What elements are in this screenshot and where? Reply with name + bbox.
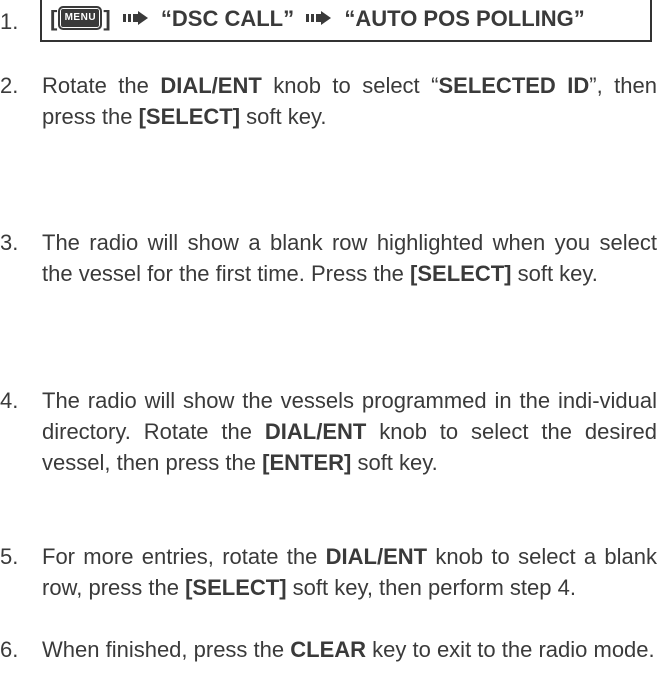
soft-key-name: [ENTER] bbox=[262, 450, 352, 475]
right-arrow-icon bbox=[122, 11, 148, 26]
menu-key-icon: MENU bbox=[58, 6, 103, 31]
step-text: The radio will show the vessels programm… bbox=[42, 385, 657, 478]
step-number: 2. bbox=[0, 73, 19, 98]
step-text: Rotate the DIAL/ENT knob to select “SELE… bbox=[42, 70, 657, 132]
step-text: When finished, press the CLEAR key to ex… bbox=[42, 634, 657, 665]
knob-name: DIAL/ENT bbox=[160, 73, 262, 98]
text: soft key. bbox=[511, 261, 598, 286]
bracket-close: ] bbox=[103, 6, 111, 31]
text: For more entries, rotate the bbox=[42, 544, 326, 569]
text: soft key. bbox=[351, 450, 438, 475]
menu-item-auto-pos-polling: “AUTO POS POLLING” bbox=[344, 6, 585, 31]
step-number: 3. bbox=[0, 230, 19, 255]
menu-item-dsc-call: “DSC CALL” bbox=[160, 6, 295, 31]
text: soft key, then perform step 4. bbox=[286, 575, 576, 600]
soft-key-name: [SELECT] bbox=[410, 261, 512, 286]
option-name: SELECTED ID bbox=[438, 73, 590, 98]
text: Rotate the bbox=[42, 73, 161, 98]
step-text: The radio will show a blank row highligh… bbox=[42, 227, 657, 289]
text: key to exit to the radio mode. bbox=[366, 637, 655, 662]
step-number: 4. bbox=[0, 388, 19, 413]
knob-name: DIAL/ENT bbox=[264, 419, 367, 444]
text: When finished, press the bbox=[42, 637, 291, 662]
step-number: 1. bbox=[0, 9, 19, 34]
menu-path-box: [MENU] “DSC CALL” “AUTO POS POLLING” bbox=[40, 0, 652, 42]
text: knob to select “ bbox=[261, 73, 439, 98]
step-number: 6. bbox=[0, 637, 19, 662]
text: soft key. bbox=[240, 104, 327, 129]
soft-key-name: [SELECT] bbox=[138, 104, 241, 129]
soft-key-name: [SELECT] bbox=[185, 575, 287, 600]
step-number: 5. bbox=[0, 544, 19, 569]
step-text: For more entries, rotate the DIAL/ENT kn… bbox=[42, 541, 657, 603]
bracket-open: [ bbox=[50, 6, 58, 31]
knob-name: DIAL/ENT bbox=[325, 544, 428, 569]
key-name: CLEAR bbox=[290, 637, 367, 662]
right-arrow-icon bbox=[306, 11, 332, 26]
